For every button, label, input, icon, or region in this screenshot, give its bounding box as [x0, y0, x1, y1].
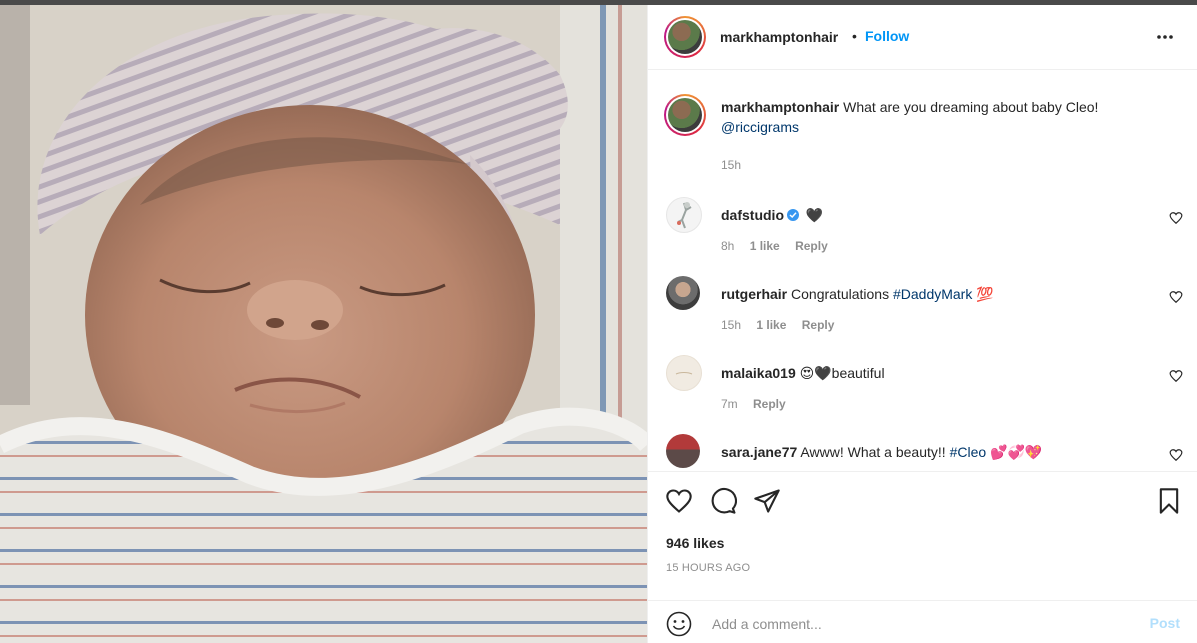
caption-text-block: markhamptonhair What are you dreaming ab…	[721, 97, 1151, 137]
comment-item: dafstudio 🖤 8h 1 like Reply	[648, 197, 1197, 267]
comment-username[interactable]: sara.jane77	[721, 444, 797, 460]
comment-username[interactable]: malaika019	[721, 365, 796, 381]
comment-meta: 15h 1 like Reply	[721, 318, 846, 332]
like-comment-heart-icon[interactable]	[1169, 211, 1183, 225]
save-bookmark-icon[interactable]	[1155, 487, 1183, 515]
author-username[interactable]: markhamptonhair	[720, 29, 838, 45]
comment-text-block: rutgerhair Congratulations #DaddyMark 💯	[721, 284, 1151, 304]
follow-button[interactable]: Follow	[865, 28, 909, 44]
comment-emoji: 💯	[976, 286, 994, 302]
caption-username[interactable]: markhamptonhair	[721, 99, 839, 115]
reply-button[interactable]: Reply	[802, 318, 835, 332]
commenter-avatar[interactable]	[666, 355, 702, 391]
caption-meta: 15h	[721, 158, 753, 172]
comment-text: Congratulations	[791, 286, 890, 302]
comment-bubble-icon[interactable]	[709, 487, 737, 515]
like-comment-heart-icon[interactable]	[1169, 290, 1183, 304]
comment-text-block: dafstudio 🖤	[721, 205, 1151, 225]
comment-time[interactable]: 8h	[721, 239, 734, 253]
caption-avatar[interactable]	[664, 94, 706, 136]
comment-meta: 8h 1 like Reply	[721, 239, 840, 253]
comment-hashtag[interactable]: #Cleo	[950, 444, 987, 460]
post-details-panel: markhamptonhair • Follow markhamptonhair…	[647, 5, 1197, 643]
likes-count[interactable]: 946 likes	[666, 535, 724, 551]
comment-text: Awww! What a beauty!!	[800, 444, 946, 460]
baby-photo-illustration	[0, 5, 647, 643]
commenter-avatar[interactable]	[666, 197, 702, 233]
comment-item: rutgerhair Congratulations #DaddyMark 💯 …	[648, 276, 1197, 346]
post-timestamp[interactable]: 15 HOURS AGO	[666, 562, 750, 574]
comment-username[interactable]: dafstudio	[721, 207, 784, 223]
caption-text: What are you dreaming about baby Cleo!	[843, 99, 1099, 115]
comment-item: malaika019 😍🖤beautiful 7m Reply	[648, 355, 1197, 425]
comment-hashtag[interactable]: #DaddyMark	[893, 286, 972, 302]
reply-button[interactable]: Reply	[753, 397, 786, 411]
post-actions: 946 likes 15 HOURS AGO	[648, 471, 1197, 601]
share-paper-plane-icon[interactable]	[753, 487, 781, 515]
separator-dot: •	[852, 28, 857, 44]
comment-text-block: sara.jane77 Awww! What a beauty!! #Cleo …	[721, 442, 1151, 462]
like-heart-icon[interactable]	[665, 487, 693, 515]
commenter-avatar[interactable]	[666, 276, 700, 310]
comment-item: sara.jane77 Awww! What a beauty!! #Cleo …	[648, 434, 1197, 470]
more-horizontal-icon[interactable]	[1155, 27, 1175, 47]
caption-time[interactable]: 15h	[721, 158, 741, 172]
comment-likes[interactable]: 1 like	[750, 239, 780, 253]
commenter-avatar[interactable]	[666, 434, 700, 468]
comment-likes[interactable]: 1 like	[756, 318, 786, 332]
comment-text: 😍🖤beautiful	[799, 365, 885, 381]
comment-meta: 7m Reply	[721, 397, 798, 411]
comment-time[interactable]: 15h	[721, 318, 741, 332]
post-photo[interactable]	[0, 5, 647, 643]
post-header: markhamptonhair • Follow	[648, 5, 1197, 70]
comment-text: 🖤	[805, 207, 824, 223]
comment-text-block: malaika019 😍🖤beautiful	[721, 363, 1151, 383]
comments-list[interactable]: markhamptonhair What are you dreaming ab…	[648, 70, 1197, 470]
comment-emoji: 💕💞💖	[990, 444, 1043, 460]
author-avatar[interactable]	[664, 16, 706, 58]
comment-input[interactable]	[710, 609, 1114, 639]
emoji-smiley-icon[interactable]	[666, 611, 692, 637]
comment-username[interactable]: rutgerhair	[721, 286, 787, 302]
reply-button[interactable]: Reply	[795, 239, 828, 253]
like-comment-heart-icon[interactable]	[1169, 448, 1183, 462]
comment-time[interactable]: 7m	[721, 397, 738, 411]
post-comment-button[interactable]: Post	[1150, 615, 1180, 631]
like-comment-heart-icon[interactable]	[1169, 369, 1183, 383]
comment-composer: Post	[648, 600, 1197, 643]
verified-badge-icon	[787, 209, 799, 221]
caption: markhamptonhair What are you dreaming ab…	[648, 94, 1197, 184]
caption-mention[interactable]: @riccigrams	[721, 119, 799, 135]
